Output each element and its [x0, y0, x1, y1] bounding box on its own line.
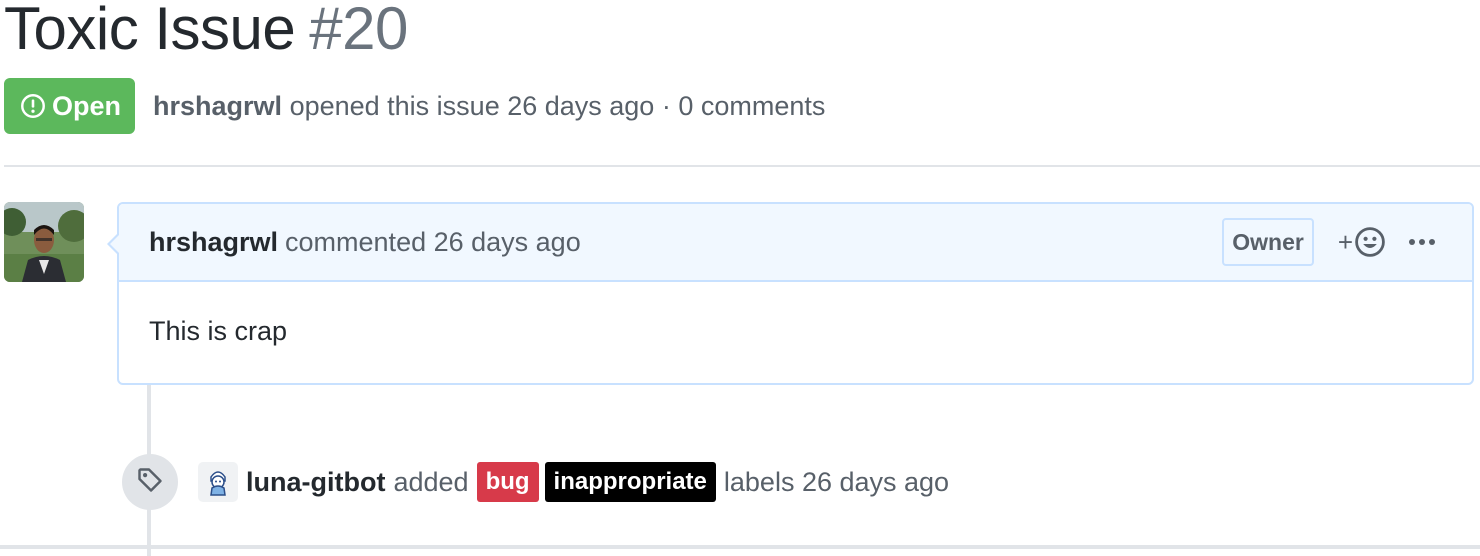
- issue-number: #20: [309, 0, 408, 62]
- issue-title-text: Toxic Issue: [4, 0, 296, 62]
- label-inappropriate[interactable]: inappropriate: [544, 462, 716, 502]
- issue-author-link[interactable]: hrshagrwl: [153, 91, 282, 121]
- issue-meta-rest: opened this issue 26 days ago · 0 commen…: [289, 90, 826, 121]
- tag-icon: [136, 466, 164, 499]
- reaction-plus: +: [1337, 226, 1353, 257]
- event-badge: [122, 454, 178, 510]
- more-options-button[interactable]: [1408, 238, 1436, 246]
- comment-author-link[interactable]: hrshagrwl: [149, 227, 278, 258]
- issue-state-label: Open: [52, 90, 122, 121]
- smiley-icon: [1353, 226, 1386, 258]
- label-event: luna-gitbot added bug inappropriate labe…: [198, 460, 949, 504]
- issue-page: Toxic Issue #20 Open hrshagrwl opened thi…: [0, 0, 1480, 556]
- comment-author-avatar[interactable]: [4, 202, 84, 282]
- issue-state-badge[interactable]: Open: [4, 78, 136, 134]
- comment-actions: Owner +: [1222, 218, 1436, 266]
- kebab-horizontal-icon: [1409, 239, 1435, 245]
- comment-box: hrshagrwl commented 26 days ago Owner +: [107, 202, 1474, 385]
- timeline-divider: [0, 545, 1480, 549]
- event-actor-link[interactable]: luna-gitbot: [246, 467, 385, 498]
- issue-meta: Open hrshagrwl opened this issue 26 days…: [4, 78, 825, 134]
- label-bug[interactable]: bug: [476, 462, 539, 502]
- header-divider: [4, 165, 1480, 167]
- event-timestamp[interactable]: labels 26 days ago: [724, 467, 949, 498]
- comment-timestamp[interactable]: commented 26 days ago: [285, 227, 581, 258]
- bot-avatar[interactable]: [198, 462, 238, 502]
- issue-opened-icon: [20, 93, 46, 119]
- owner-badge: Owner: [1222, 218, 1314, 266]
- issue-meta-text: hrshagrwl opened this issue 26 days ago …: [153, 91, 825, 122]
- comment-header: hrshagrwl commented 26 days ago Owner +: [119, 204, 1472, 282]
- event-verb: added: [393, 466, 469, 497]
- issue-title: Toxic Issue #20: [4, 0, 408, 64]
- add-reaction-button[interactable]: +: [1338, 226, 1386, 258]
- comment-body: This is crap: [149, 316, 288, 346]
